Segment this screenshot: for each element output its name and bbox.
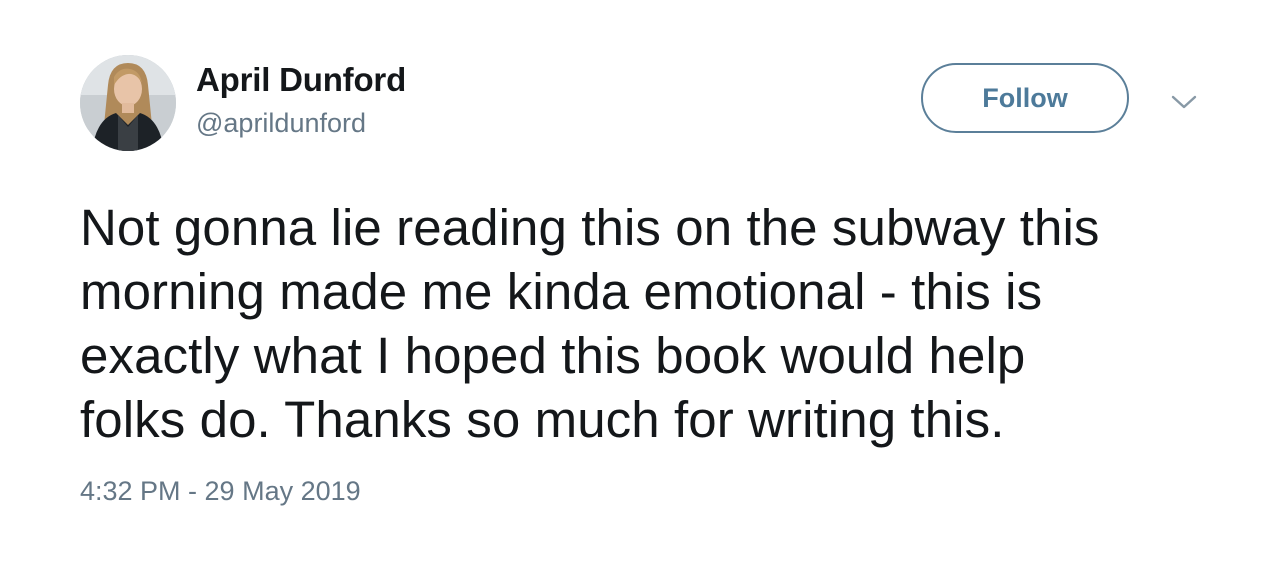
- chevron-down-icon[interactable]: [1170, 92, 1198, 112]
- tweet-text: Not gonna lie reading this on the subway…: [80, 196, 1230, 452]
- tweet-text-line: exactly what I hoped this book would hel…: [80, 327, 1026, 384]
- profile-photo-icon: [80, 55, 176, 151]
- avatar[interactable]: [80, 55, 176, 151]
- user-handle[interactable]: @aprildunford: [196, 108, 366, 139]
- tweet-text-line: morning made me kinda emotional - this i…: [80, 263, 1043, 320]
- user-display-name[interactable]: April Dunford: [196, 61, 406, 99]
- follow-button[interactable]: Follow: [921, 63, 1129, 133]
- tweet-text-line: Not gonna lie reading this on the subway…: [80, 199, 1100, 256]
- tweet-timestamp[interactable]: 4:32 PM - 29 May 2019: [80, 476, 361, 507]
- tweet-text-line: folks do. Thanks so much for writing thi…: [80, 391, 1005, 448]
- tweet-card: April Dunford @aprildunford Follow Not g…: [0, 0, 1280, 583]
